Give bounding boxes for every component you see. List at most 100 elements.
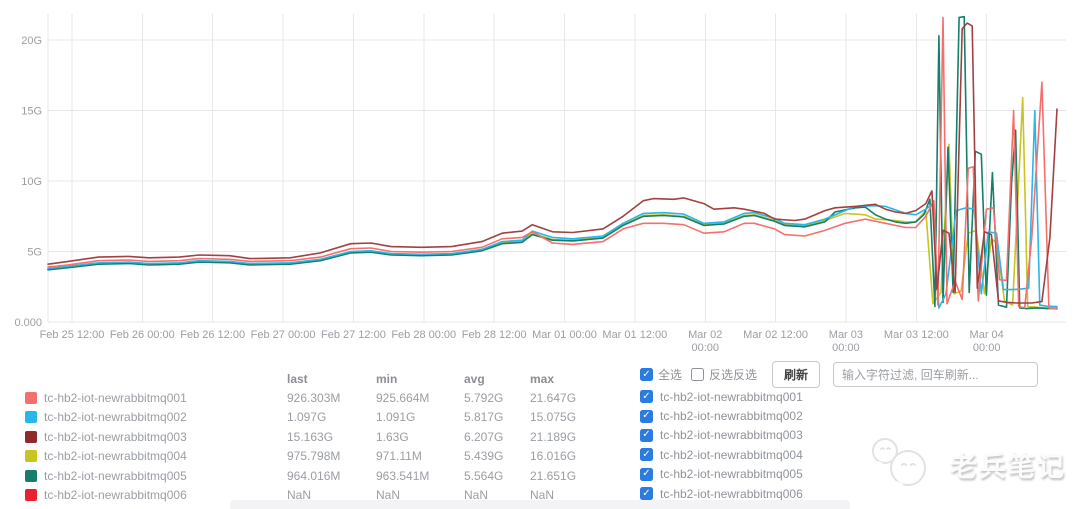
legend-series-label[interactable]: tc-hb2-iot-newrabbitmq003	[44, 430, 187, 444]
stat-min: 925.664M	[376, 391, 430, 406]
stat-min: 1.091G	[376, 410, 416, 425]
x-axis-tick-label: Feb 26 00:00	[110, 329, 175, 341]
refresh-button[interactable]: 刷新	[772, 361, 821, 388]
column-header-last: last	[287, 371, 308, 386]
stat-avg: 5.792G	[464, 391, 504, 406]
series-checkbox-item[interactable]: ✓ tc-hb2-iot-newrabbitmq001	[640, 387, 803, 406]
wechat-bubbles-icon	[872, 438, 926, 489]
series-checkbox-label[interactable]: tc-hb2-iot-newrabbitmq001	[660, 390, 803, 404]
series-checkbox[interactable]: ✓	[640, 467, 653, 481]
x-axis-tick-label: Mar 02	[688, 329, 722, 341]
chart-canvas[interactable]: 0.000 5G 10G 15G 20G Feb 25 12:00 Feb 26 00:00…	[0, 0, 1080, 360]
series-line-tc-hb2-iot-newrabbitmq004	[47, 97, 1058, 309]
stat-max: 15.075G	[530, 410, 577, 425]
legend-row: tc-hb2-iot-newrabbitmq003 15.163G 1.63G 6.2…	[25, 427, 625, 446]
series-filter-controls: ✓ 全选 ✓ 反选反选 刷新	[640, 361, 1039, 388]
x-axis-tick-label: Mar 01 00:00	[532, 329, 597, 341]
x-axis-tick-label: Mar 02 12:00	[743, 329, 808, 341]
legend-series-name[interactable]: tc-hb2-iot-newrabbitmq003	[25, 430, 287, 444]
stat-max: 21.647G	[530, 391, 577, 406]
x-axis-tick-label: Feb 27 00:00	[251, 329, 316, 341]
series-checkbox-label[interactable]: tc-hb2-iot-newrabbitmq006	[660, 487, 803, 501]
legend-table-header: last min avg max	[25, 369, 625, 388]
legend-color-swatch[interactable]	[25, 469, 37, 482]
x-axis-tick-label: Mar 03	[829, 329, 863, 341]
stat-avg: 6.207G	[464, 429, 504, 444]
x-axis-tick-label: Mar 03 12:00	[884, 329, 949, 341]
watermark: 老兵笔记	[868, 436, 1066, 492]
legend-series-label[interactable]: tc-hb2-iot-newrabbitmq005	[44, 469, 187, 483]
legend-color-swatch[interactable]	[25, 411, 37, 424]
legend-row: tc-hb2-iot-newrabbitmq004 975.798M 971.11M…	[25, 447, 625, 466]
legend-color-swatch[interactable]	[25, 450, 37, 463]
series-checkbox-list: ✓ tc-hb2-iot-newrabbitmq001 ✓ tc-hb2-iot-ne…	[640, 387, 803, 503]
stat-max: 16.016G	[530, 449, 577, 464]
invert-selection-checkbox[interactable]: ✓	[691, 368, 705, 381]
select-all-checkbox[interactable]: ✓	[640, 368, 653, 381]
x-axis-tick-label: Feb 28 12:00	[462, 329, 527, 341]
stat-avg: 5.564G	[464, 468, 504, 483]
legend-row: tc-hb2-iot-newrabbitmq005 964.016M 963.541…	[25, 466, 625, 485]
x-axis-tick-label: Feb 26 12:00	[180, 329, 245, 341]
x-axis-tick-label: Mar 01 12:00	[602, 329, 667, 341]
x-axis-tick-label: Mar 04	[970, 329, 1004, 341]
series-checkbox-label[interactable]: tc-hb2-iot-newrabbitmq002	[660, 409, 803, 423]
legend-row: tc-hb2-iot-newrabbitmq001 926.303M 925.664…	[25, 388, 625, 407]
invert-selection-label[interactable]: 反选反选	[709, 366, 757, 383]
series-checkbox[interactable]: ✓	[640, 390, 653, 404]
legend-series-label[interactable]: tc-hb2-iot-newrabbitmq001	[44, 391, 187, 405]
legend-series-label[interactable]: tc-hb2-iot-newrabbitmq004	[44, 449, 187, 463]
series-checkbox[interactable]: ✓	[640, 487, 653, 501]
series-checkbox-item[interactable]: ✓ tc-hb2-iot-newrabbitmq005	[640, 465, 803, 484]
column-header-max: max	[530, 371, 555, 386]
series-checkbox-label[interactable]: tc-hb2-iot-newrabbitmq003	[660, 428, 803, 442]
stat-avg: 5.817G	[464, 410, 504, 425]
legend-color-swatch[interactable]	[25, 489, 37, 502]
x-axis-tick-label: 00:00	[832, 342, 860, 354]
stat-last: 15.163G	[287, 429, 334, 444]
series-checkbox-item[interactable]: ✓ tc-hb2-iot-newrabbitmq002	[640, 406, 803, 425]
legend-series-label[interactable]: tc-hb2-iot-newrabbitmq002	[44, 410, 187, 424]
legend-series-name[interactable]: tc-hb2-iot-newrabbitmq004	[25, 449, 287, 463]
time-series-chart[interactable]: 0.000 5G 10G 15G 20G Feb 25 12:00 Feb 26 00:00…	[0, 0, 1080, 360]
stat-last: 926.303M	[287, 391, 341, 406]
y-axis-tick-label: 20G	[21, 35, 42, 47]
legend-series-name[interactable]: tc-hb2-iot-newrabbitmq005	[25, 469, 287, 483]
select-all-label[interactable]: 全选	[658, 366, 682, 383]
legend-series-name[interactable]: tc-hb2-iot-newrabbitmq001	[25, 391, 287, 405]
stat-last: 1.097G	[287, 410, 327, 425]
x-axis-tick-label: 00:00	[973, 342, 1001, 354]
series-checkbox-label[interactable]: tc-hb2-iot-newrabbitmq005	[660, 467, 803, 481]
y-axis-tick-label: 10G	[21, 176, 42, 188]
series-checkbox-item[interactable]: ✓ tc-hb2-iot-newrabbitmq004	[640, 445, 803, 464]
series-checkbox-item[interactable]: ✓ tc-hb2-iot-newrabbitmq003	[640, 426, 803, 445]
series-checkbox[interactable]: ✓	[640, 409, 653, 423]
watermark-text: 老兵笔记	[950, 451, 1066, 482]
legend-color-swatch[interactable]	[25, 430, 37, 443]
legend-row: tc-hb2-iot-newrabbitmq002 1.097G 1.091G 5.8…	[25, 408, 625, 427]
filter-input[interactable]	[833, 362, 1039, 387]
legend-series-name[interactable]: tc-hb2-iot-newrabbitmq002	[25, 410, 287, 424]
series-checkbox-label[interactable]: tc-hb2-iot-newrabbitmq004	[660, 448, 803, 462]
stat-min: 963.541M	[376, 468, 430, 483]
series-line-tc-hb2-iot-newrabbitmq001	[47, 16, 1058, 310]
y-axis-tick-label: 5G	[27, 247, 42, 259]
stat-min: 1.63G	[376, 429, 409, 444]
y-axis-tick-label: 15G	[21, 106, 42, 118]
stat-min: 971.11M	[376, 449, 422, 464]
series-line-tc-hb2-iot-newrabbitmq005	[47, 15, 1058, 310]
series-checkbox[interactable]: ✓	[640, 448, 653, 462]
column-header-avg: avg	[464, 371, 485, 386]
stat-avg: 5.439G	[464, 449, 504, 464]
stat-max: 21.189G	[530, 429, 577, 444]
legend-color-swatch[interactable]	[25, 392, 37, 405]
x-axis-tick-label: Feb 28 00:00	[391, 329, 456, 341]
series-checkbox[interactable]: ✓	[640, 428, 653, 442]
stat-last: 975.798M	[287, 449, 341, 464]
stat-last: 964.016M	[287, 468, 341, 483]
legend-stats-table: last min avg max tc-hb2-iot-newrabbitmq001 92…	[25, 369, 625, 505]
series-line-tc-hb2-iot-newrabbitmq002	[47, 109, 1058, 309]
x-axis-tick-label: 00:00	[691, 342, 719, 354]
legend-series-label[interactable]: tc-hb2-iot-newrabbitmq006	[44, 488, 187, 502]
bottom-shadow	[230, 500, 850, 509]
